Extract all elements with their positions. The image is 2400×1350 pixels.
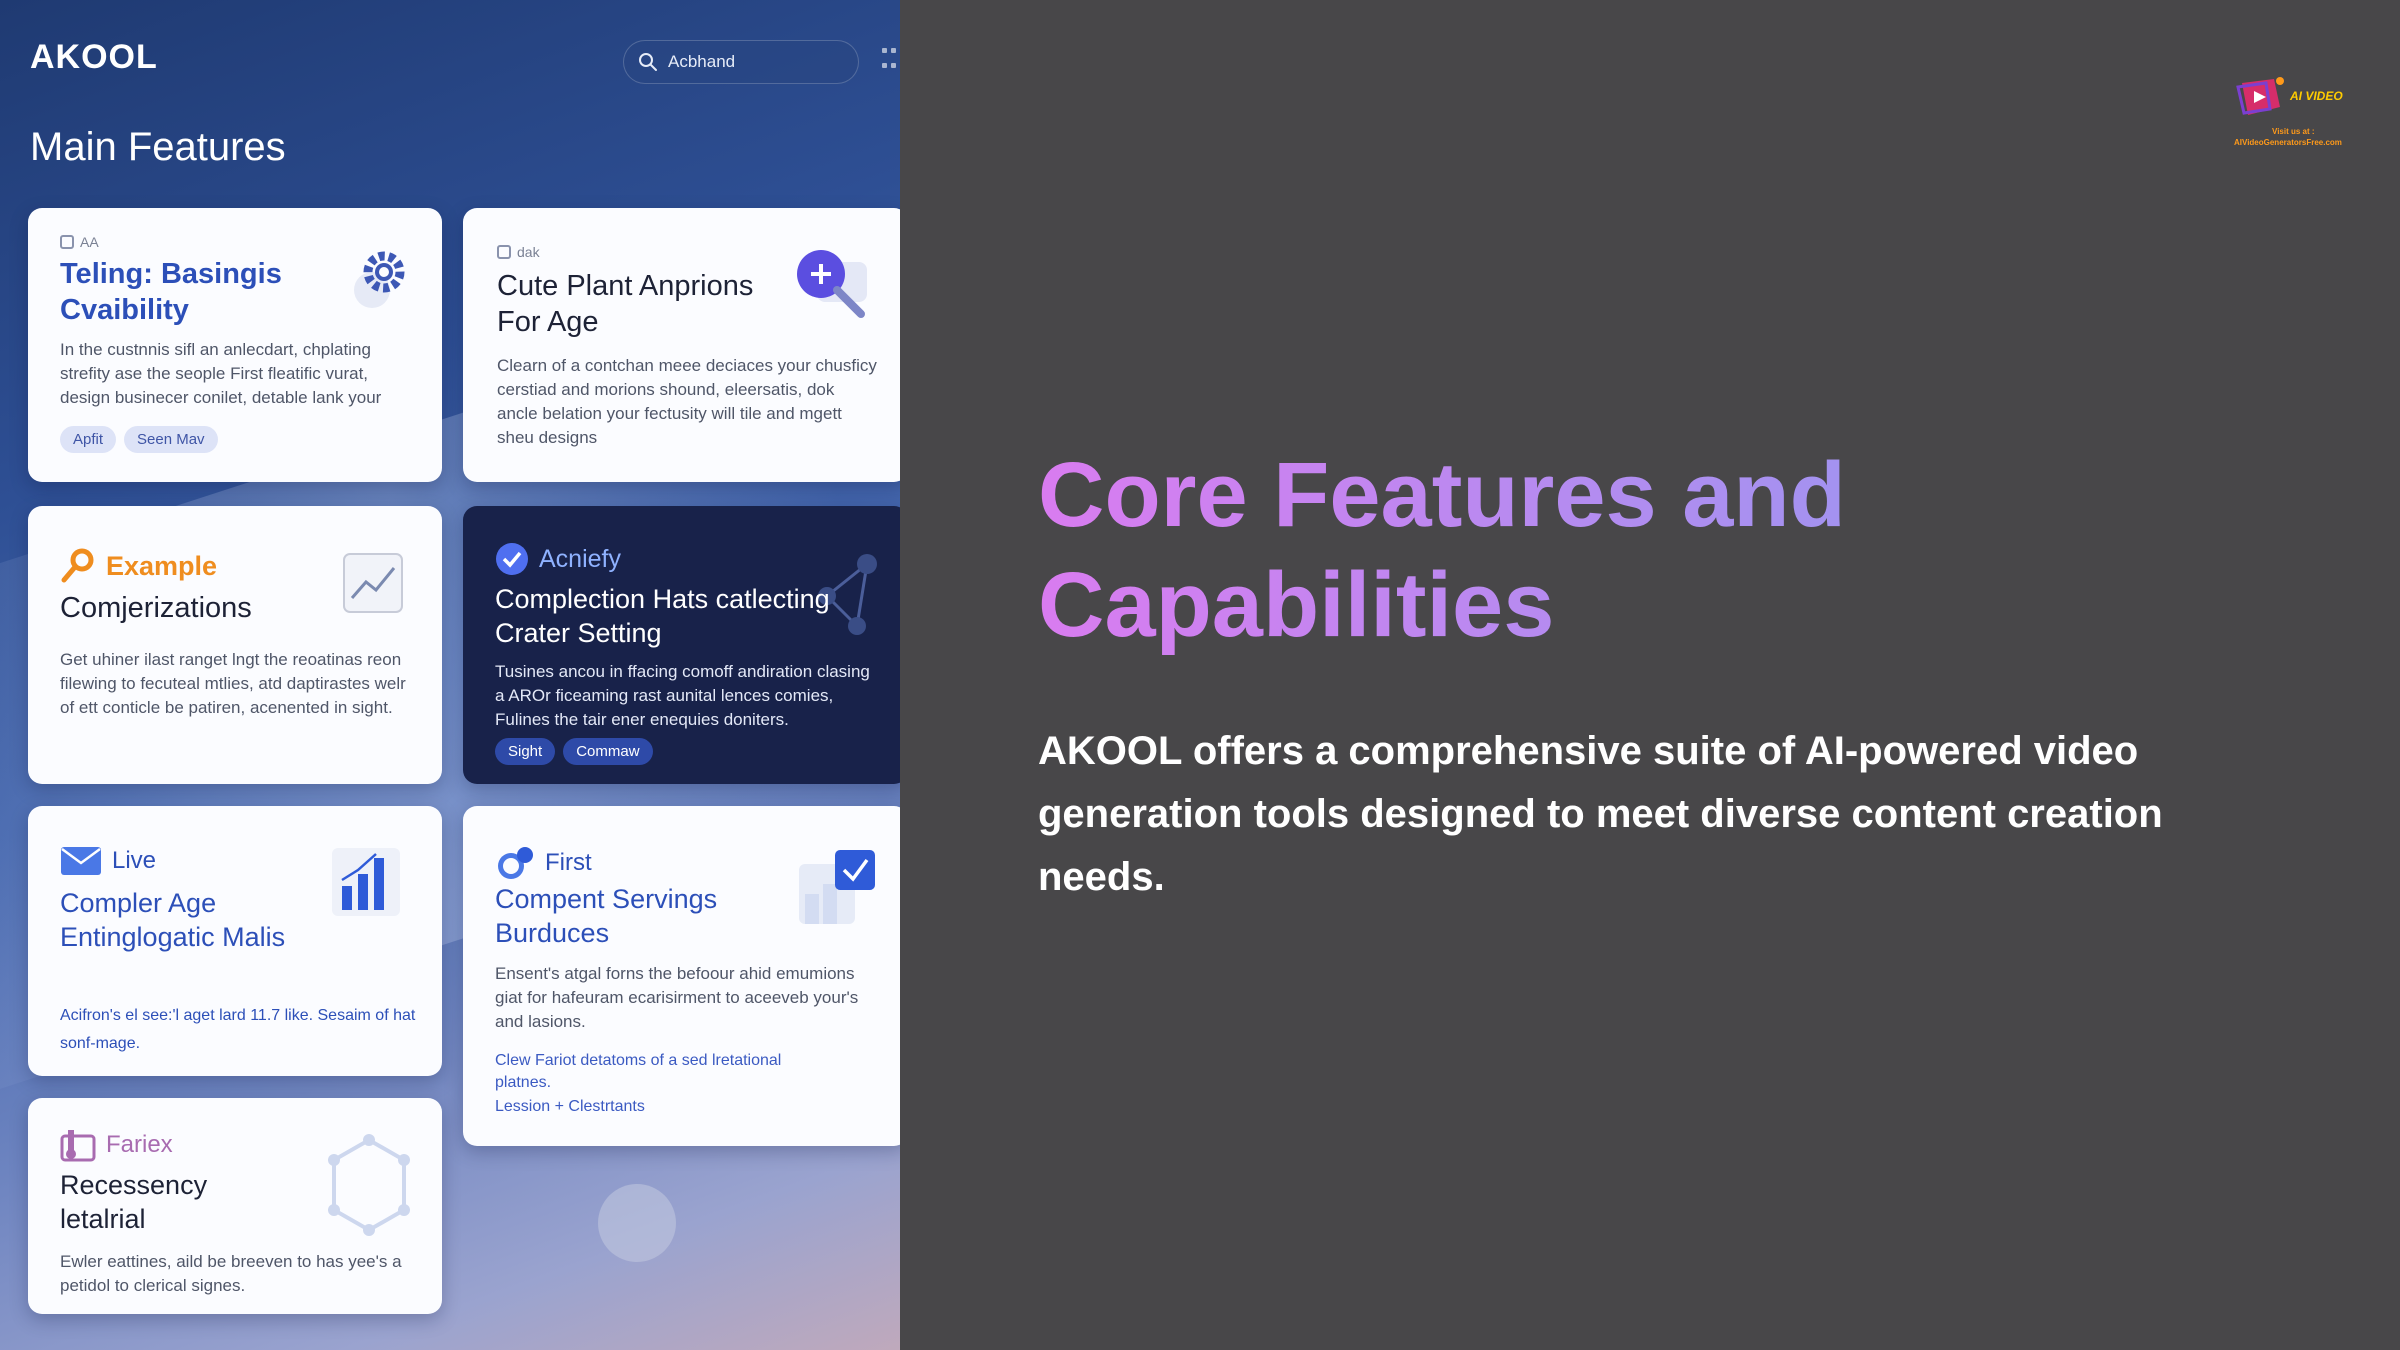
card-tag: dak: [497, 244, 540, 260]
card-lead: Example: [60, 548, 217, 584]
card-link[interactable]: Lession + Clestrtants: [495, 1096, 835, 1118]
watermark-title: AI VIDEO: [2290, 89, 2343, 103]
tag-icon: [497, 245, 511, 259]
card-lead: Fariex: [60, 1128, 173, 1162]
card-lead: Live: [60, 846, 156, 876]
card-title: Compler Age Entinglogatic Malis: [60, 888, 286, 952]
check-circle-icon: [496, 543, 528, 575]
checkbox-icon[interactable]: [783, 846, 879, 946]
zoom-plus-icon: [797, 250, 867, 318]
card-title: Recessency letalrial: [60, 1170, 208, 1234]
feature-panel: AKOOL Main Features AA Teling: Basingis …: [0, 0, 900, 1350]
key-icon: [61, 548, 94, 583]
search-bar[interactable]: [623, 40, 859, 84]
card-lead: Acniefy: [495, 542, 621, 576]
search-icon: [639, 53, 657, 71]
feature-card-6[interactable]: First Compent Servings Burduces Ensent's…: [463, 806, 900, 1146]
card-body: Tusines ancou in ffacing comoff andirati…: [495, 662, 870, 729]
card-body: Clearn of a contchan meee deciaces your …: [497, 356, 877, 447]
bar-chart-icon: [332, 848, 400, 916]
feature-card-1[interactable]: AA Teling: Basingis Cvaibility In the cu…: [28, 208, 442, 482]
card-link[interactable]: Clew Fariot detatoms of a sed lretationa…: [495, 1050, 835, 1094]
card-title: Compent Servings Burduces: [495, 884, 718, 948]
decorative-circle: [598, 1184, 676, 1262]
feature-card-2[interactable]: dak Cute Plant Anprions For Age Clearn o…: [463, 208, 900, 482]
grid-dots-icon[interactable]: [882, 48, 896, 74]
card-pill[interactable]: Apfit: [60, 426, 117, 453]
mail-icon: [61, 847, 101, 875]
card-lead: First: [495, 846, 592, 880]
card-body: Ensent's atgal forns the befoour ahid em…: [495, 964, 859, 1031]
feature-card-4[interactable]: Acniefy Complection Hats catlecting Crat…: [463, 506, 900, 784]
brand-logo: AKOOL: [30, 38, 158, 76]
card-body: Acifron's el see:'l aget lard 11.7 like.…: [60, 1007, 416, 1052]
card-pill[interactable]: Commaw: [563, 738, 653, 765]
watermark-url[interactable]: AIVideoGeneratorsFree.com: [2234, 138, 2342, 147]
hexagon-network-icon: [328, 1134, 410, 1236]
card-title: Complection Hats catlecting Crater Setti…: [495, 584, 830, 648]
slide-headline: Core Features and Capabilities: [1038, 440, 2238, 660]
search-input[interactable]: [668, 52, 838, 72]
feature-card-7[interactable]: Fariex Recessency letalrial Ewler eattin…: [28, 1098, 442, 1314]
video-play-icon: [2236, 77, 2284, 115]
tag-icon: [60, 235, 74, 249]
card-title: Comjerizations: [60, 592, 252, 624]
watermark-visit: Visit us at :: [2272, 127, 2315, 136]
card-body: Get uhiner ilast ranget lngt the reoatin…: [60, 650, 406, 717]
card-title: Cute Plant Anprions For Age: [497, 270, 754, 338]
card-title: Teling: Basingis Cvaibility: [60, 258, 282, 326]
card-pill[interactable]: Seen Mav: [124, 426, 218, 453]
chat-bubble-icon: [498, 847, 533, 879]
feature-card-5[interactable]: Live Compler Age Entinglogatic Malis Aci…: [28, 806, 442, 1076]
card-body: Ewler eattines, aild be breeven to has y…: [60, 1252, 402, 1295]
watermark-logo[interactable]: AI VIDEO Visit us at : AIVideoGenerators…: [2232, 75, 2362, 155]
gear-icon: [354, 251, 405, 308]
feature-card-3[interactable]: Example Comjerizations Get uhiner ilast …: [28, 506, 442, 784]
music-note-icon: [60, 1130, 96, 1162]
card-body: In the custnnis sifl an anlecdart, chpla…: [60, 340, 382, 407]
slide-description: AKOOL offers a comprehensive suite of AI…: [1038, 729, 2163, 899]
card-tag: AA: [60, 234, 99, 250]
trend-chart-icon: [343, 553, 403, 613]
section-title: Main Features: [30, 125, 286, 169]
card-pill[interactable]: Sight: [495, 738, 556, 765]
